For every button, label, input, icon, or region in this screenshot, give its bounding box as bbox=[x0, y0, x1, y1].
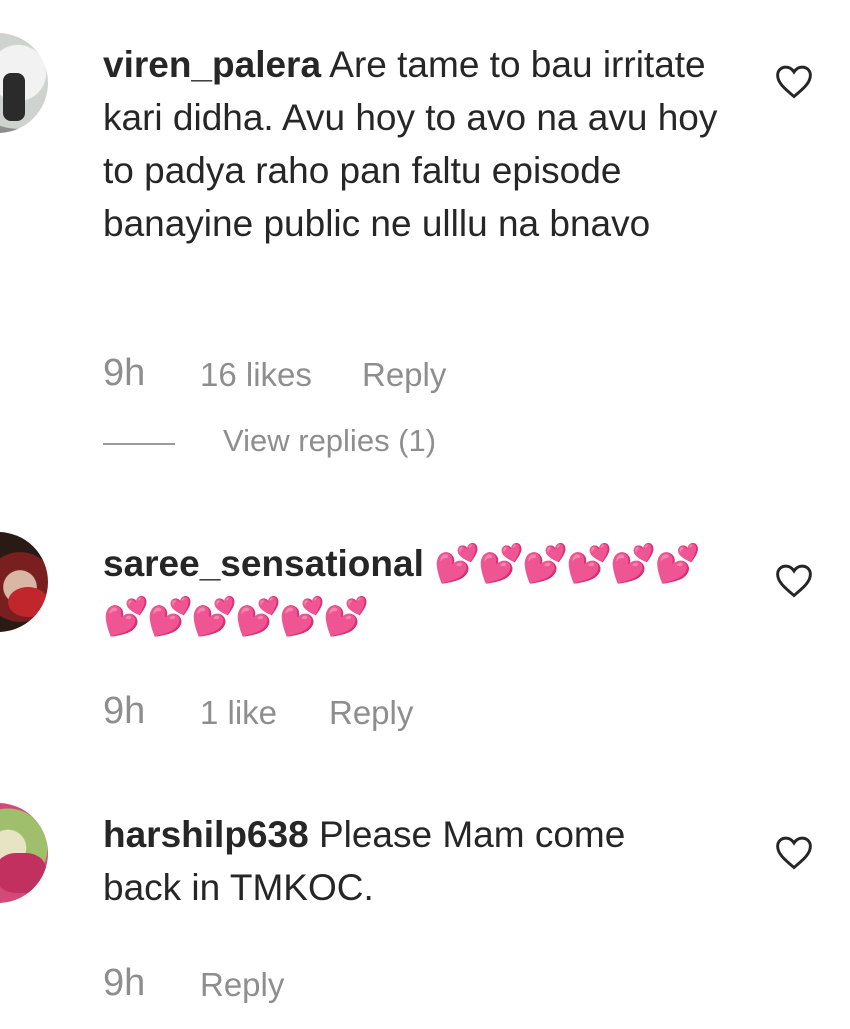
avatar[interactable] bbox=[0, 803, 48, 903]
heart-outline-icon[interactable] bbox=[774, 562, 814, 598]
avatar[interactable] bbox=[0, 33, 48, 133]
comment-body: viren_palera Are tame to bau irritate ka… bbox=[103, 38, 753, 250]
comment-emoji-text: 💕💕💕💕💕💕 bbox=[434, 543, 700, 584]
heart-outline-icon[interactable] bbox=[774, 834, 814, 870]
likes-count[interactable]: 16 likes bbox=[200, 356, 312, 394]
comment-time: 9h bbox=[103, 690, 146, 732]
likes-count[interactable]: 1 like bbox=[200, 694, 277, 732]
comment-username[interactable]: harshilp638 bbox=[103, 814, 309, 855]
comment-body: harshilp638 Please Mam come back in TMKO… bbox=[103, 808, 703, 914]
comment-body: saree_sensational 💕💕💕💕💕💕 💕💕💕💕💕💕 bbox=[103, 537, 753, 643]
view-replies-label: View replies (1) bbox=[223, 423, 437, 458]
avatar[interactable] bbox=[0, 532, 48, 632]
reply-button[interactable]: Reply bbox=[329, 694, 413, 732]
divider bbox=[103, 443, 175, 445]
reply-button[interactable]: Reply bbox=[362, 356, 446, 394]
comment-time: 9h bbox=[103, 352, 146, 394]
heart-outline-icon[interactable] bbox=[774, 63, 814, 99]
comment-username[interactable]: viren_palera bbox=[103, 44, 321, 85]
comment-emoji-text: 💕💕💕💕💕💕 bbox=[103, 596, 369, 637]
reply-button[interactable]: Reply bbox=[200, 966, 284, 1004]
comment-time: 9h bbox=[103, 962, 146, 1004]
comment-username[interactable]: saree_sensational bbox=[103, 543, 424, 584]
